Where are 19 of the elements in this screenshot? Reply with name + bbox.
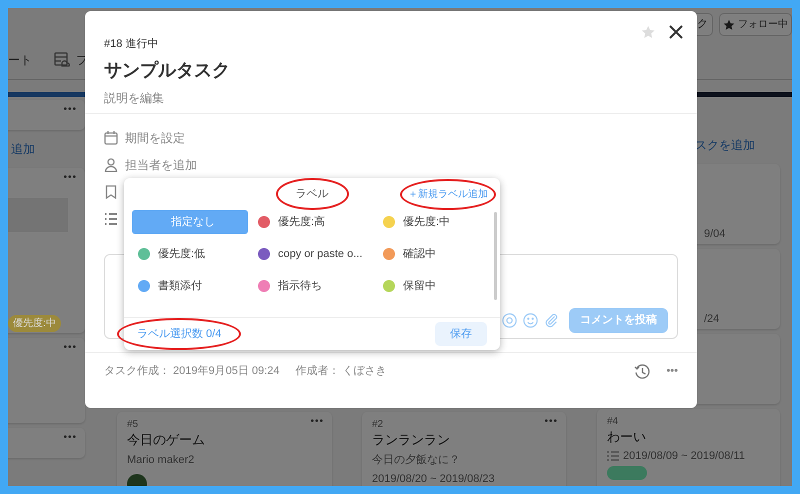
task-dates: 2019/08/09 ~ 2019/08/11 xyxy=(623,449,745,464)
task-title: ランランラン xyxy=(372,432,450,448)
created-info: タスク作成： 2019年9月05日 09:24 xyxy=(104,364,280,380)
task-number: #5 xyxy=(127,418,138,432)
task-title: 今日のゲーム xyxy=(127,432,205,448)
task-dates: 9/04 xyxy=(704,227,726,242)
task-title: わーい xyxy=(607,429,646,445)
task-number: #2 xyxy=(372,418,384,432)
author-info: 作成者： くぼさき xyxy=(295,364,387,380)
task-dates: 2019/08/20 ~ 2019/08/23 xyxy=(372,472,495,486)
task-description: 今日の夕飯なに？ xyxy=(372,453,461,468)
task-description: Mario maker2 xyxy=(127,453,196,468)
task-status: #18 進行中 xyxy=(104,37,160,52)
task-dates: /24 xyxy=(704,312,720,327)
task-number: #4 xyxy=(607,415,618,429)
popup-title: ラベル xyxy=(296,188,328,200)
priority-tag: 優先度:中 xyxy=(8,315,61,332)
task-title: サンプルタスク xyxy=(104,58,231,82)
selected-count: ラベル選択数 0/4 xyxy=(137,328,222,340)
